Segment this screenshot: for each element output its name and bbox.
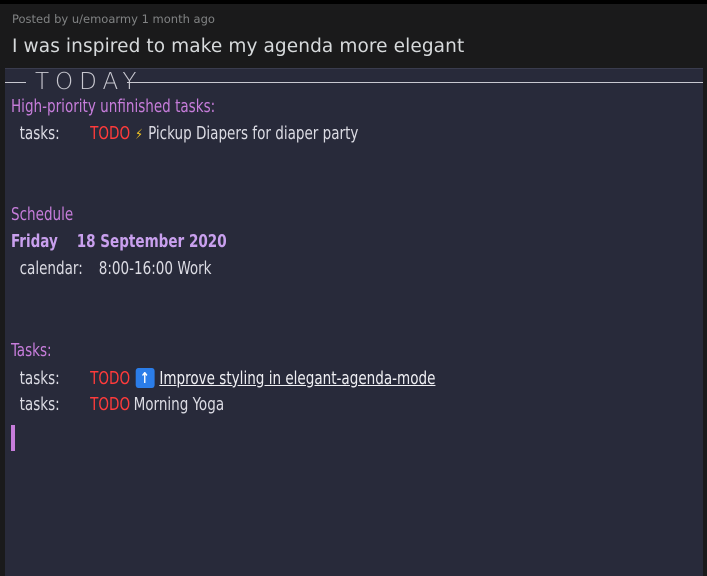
divider-line-right: [127, 82, 703, 83]
divider-line-left: [5, 82, 26, 83]
post-meta: Posted by u/emoarmy 1 month ago: [12, 12, 215, 26]
schedule-date: Friday 18 September 2020: [11, 232, 227, 252]
agenda-line-task-2[interactable]: tasks: TODO Morning Yoga: [11, 395, 225, 415]
agenda-buffer: TODAY High-priority unfinished tasks: ta…: [5, 68, 703, 576]
agenda-line-key: tasks:: [19, 395, 60, 415]
date-day: Friday: [11, 232, 58, 252]
task-text: Pickup Diapers for diaper party: [148, 124, 359, 144]
up-arrow-icon: ↑: [135, 368, 155, 388]
today-divider: TODAY: [5, 69, 703, 97]
todo-state: TODO: [90, 369, 131, 389]
post-title[interactable]: I was inspired to make my agenda more el…: [12, 36, 464, 57]
lightning-icon: ⚡: [135, 127, 143, 143]
agenda-line-task-1[interactable]: tasks: TODO ↑ Improve styling in elegant-ag…: [11, 368, 435, 389]
agenda-line-key: tasks:: [19, 369, 60, 389]
top-bar: [0, 0, 707, 4]
agenda-line-key: tasks:: [19, 124, 60, 144]
agenda-line-high-priority-1[interactable]: tasks: TODO ⚡ Pickup Diapers for diaper par…: [11, 124, 359, 144]
task-text: Morning Yoga: [133, 395, 225, 415]
task-link[interactable]: Improve styling in elegant-agenda-mode: [159, 369, 435, 389]
agenda-line-key: calendar:: [19, 259, 83, 279]
agenda-line-calendar-1[interactable]: calendar: 8:00-16:00 Work: [11, 259, 212, 279]
todo-state: TODO: [90, 395, 131, 415]
calendar-entry-text: 8:00-16:00 Work: [98, 259, 212, 279]
text-cursor: [11, 425, 15, 451]
high-priority-heading: High-priority unfinished tasks:: [11, 97, 216, 117]
tasks-heading: Tasks:: [11, 341, 52, 361]
date-full: 18 September 2020: [76, 232, 227, 252]
schedule-heading: Schedule: [11, 205, 74, 225]
todo-state: TODO: [90, 124, 131, 144]
